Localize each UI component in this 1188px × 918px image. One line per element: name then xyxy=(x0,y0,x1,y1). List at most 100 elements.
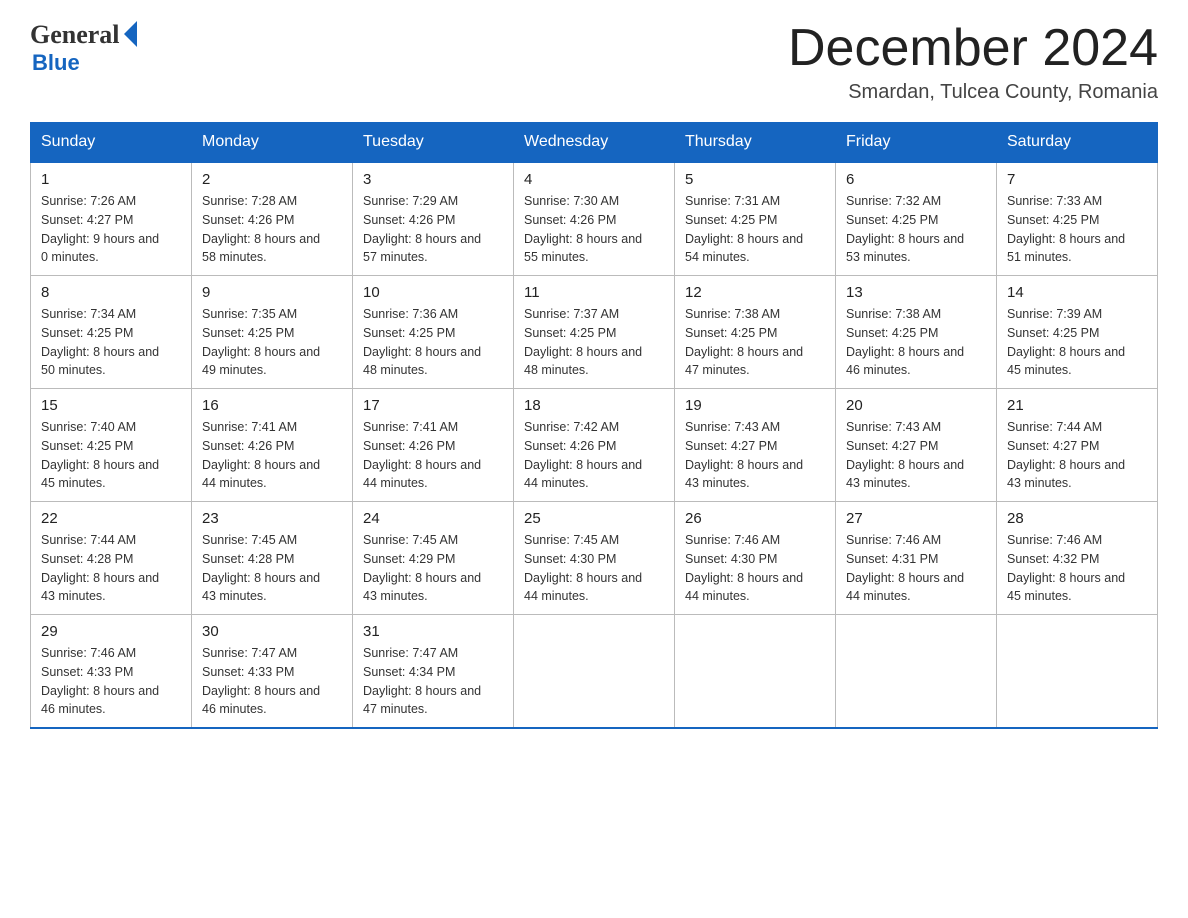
day-info: Sunrise: 7:34 AMSunset: 4:25 PMDaylight:… xyxy=(41,305,181,380)
calendar-week-row: 22 Sunrise: 7:44 AMSunset: 4:28 PMDayligh… xyxy=(31,502,1158,615)
day-number: 12 xyxy=(685,284,825,301)
calendar-header-row: Sunday Monday Tuesday Wednesday Thursday… xyxy=(31,123,1158,163)
day-info: Sunrise: 7:46 AMSunset: 4:30 PMDaylight:… xyxy=(685,531,825,606)
day-info: Sunrise: 7:41 AMSunset: 4:26 PMDaylight:… xyxy=(202,418,342,493)
table-row xyxy=(997,615,1158,729)
day-info: Sunrise: 7:26 AMSunset: 4:27 PMDaylight:… xyxy=(41,192,181,267)
day-info: Sunrise: 7:37 AMSunset: 4:25 PMDaylight:… xyxy=(524,305,664,380)
day-info: Sunrise: 7:40 AMSunset: 4:25 PMDaylight:… xyxy=(41,418,181,493)
table-row: 23Sunrise: 7:45 AMSunset: 4:28 PMDayligh… xyxy=(192,502,353,615)
calendar-week-row: 8 Sunrise: 7:34 AMSunset: 4:25 PMDaylight… xyxy=(31,276,1158,389)
table-row: 12 Sunrise: 7:38 AMSunset: 4:25 PMDayligh… xyxy=(675,276,836,389)
month-title: December 2024 xyxy=(788,20,1158,77)
day-number: 22 xyxy=(41,510,181,527)
table-row: 30 Sunrise: 7:47 AMSunset: 4:33 PMDayligh… xyxy=(192,615,353,729)
day-info: Sunrise: 7:43 AMSunset: 4:27 PMDaylight:… xyxy=(846,418,986,493)
day-number: 30 xyxy=(202,623,342,640)
table-row: 26Sunrise: 7:46 AMSunset: 4:30 PMDayligh… xyxy=(675,502,836,615)
day-info: Sunrise: 7:30 AMSunset: 4:26 PMDaylight:… xyxy=(524,192,664,267)
day-info: Sunrise: 7:39 AMSunset: 4:25 PMDaylight:… xyxy=(1007,305,1147,380)
day-info: Sunrise: 7:47 AMSunset: 4:34 PMDaylight:… xyxy=(363,644,503,719)
logo-general-text: General xyxy=(30,20,120,50)
day-info: Sunrise: 7:46 AMSunset: 4:32 PMDaylight:… xyxy=(1007,531,1147,606)
table-row: 1 Sunrise: 7:26 AMSunset: 4:27 PMDaylight… xyxy=(31,162,192,276)
table-row: 19 Sunrise: 7:43 AMSunset: 4:27 PMDayligh… xyxy=(675,389,836,502)
day-number: 20 xyxy=(846,397,986,414)
table-row xyxy=(836,615,997,729)
table-row: 17 Sunrise: 7:41 AMSunset: 4:26 PMDayligh… xyxy=(353,389,514,502)
day-info: Sunrise: 7:42 AMSunset: 4:26 PMDaylight:… xyxy=(524,418,664,493)
day-info: Sunrise: 7:31 AMSunset: 4:25 PMDaylight:… xyxy=(685,192,825,267)
day-number: 13 xyxy=(846,284,986,301)
day-info: Sunrise: 7:38 AMSunset: 4:25 PMDaylight:… xyxy=(685,305,825,380)
day-info: Sunrise: 7:43 AMSunset: 4:27 PMDaylight:… xyxy=(685,418,825,493)
day-number: 15 xyxy=(41,397,181,414)
table-row: 25 Sunrise: 7:45 AMSunset: 4:30 PMDayligh… xyxy=(514,502,675,615)
day-number: 19 xyxy=(685,397,825,414)
day-number: 16 xyxy=(202,397,342,414)
calendar-week-row: 1 Sunrise: 7:26 AMSunset: 4:27 PMDaylight… xyxy=(31,162,1158,276)
table-row: 15 Sunrise: 7:40 AMSunset: 4:25 PMDayligh… xyxy=(31,389,192,502)
day-number: 18 xyxy=(524,397,664,414)
table-row: 16 Sunrise: 7:41 AMSunset: 4:26 PMDayligh… xyxy=(192,389,353,502)
day-info: Sunrise: 7:33 AMSunset: 4:25 PMDaylight:… xyxy=(1007,192,1147,267)
day-number: 3 xyxy=(363,171,503,188)
table-row: 7 Sunrise: 7:33 AMSunset: 4:25 PMDaylight… xyxy=(997,162,1158,276)
calendar-week-row: 29 Sunrise: 7:46 AMSunset: 4:33 PMDayligh… xyxy=(31,615,1158,729)
table-row xyxy=(514,615,675,729)
calendar-week-row: 15 Sunrise: 7:40 AMSunset: 4:25 PMDayligh… xyxy=(31,389,1158,502)
day-info: Sunrise: 7:47 AMSunset: 4:33 PMDaylight:… xyxy=(202,644,342,719)
day-number: 11 xyxy=(524,284,664,301)
day-number: 17 xyxy=(363,397,503,414)
day-number: 6 xyxy=(846,171,986,188)
day-number: 1 xyxy=(41,171,181,188)
logo: General Blue xyxy=(30,20,137,76)
table-row: 5 Sunrise: 7:31 AMSunset: 4:25 PMDaylight… xyxy=(675,162,836,276)
calendar-table: Sunday Monday Tuesday Wednesday Thursday… xyxy=(30,122,1158,729)
day-number: 29 xyxy=(41,623,181,640)
day-number: 5 xyxy=(685,171,825,188)
day-number: 27 xyxy=(846,510,986,527)
header-saturday: Saturday xyxy=(997,123,1158,163)
day-number: 10 xyxy=(363,284,503,301)
header-monday: Monday xyxy=(192,123,353,163)
day-number: 2 xyxy=(202,171,342,188)
table-row: 28 Sunrise: 7:46 AMSunset: 4:32 PMDayligh… xyxy=(997,502,1158,615)
header-sunday: Sunday xyxy=(31,123,192,163)
table-row: 3 Sunrise: 7:29 AMSunset: 4:26 PMDaylight… xyxy=(353,162,514,276)
table-row: 11 Sunrise: 7:37 AMSunset: 4:25 PMDayligh… xyxy=(514,276,675,389)
day-info: Sunrise: 7:45 AMSunset: 4:30 PMDaylight:… xyxy=(524,531,664,606)
day-info: Sunrise: 7:44 AMSunset: 4:28 PMDaylight:… xyxy=(41,531,181,606)
day-number: 24 xyxy=(363,510,503,527)
day-info: Sunrise: 7:41 AMSunset: 4:26 PMDaylight:… xyxy=(363,418,503,493)
day-info: Sunrise: 7:35 AMSunset: 4:25 PMDaylight:… xyxy=(202,305,342,380)
day-number: 14 xyxy=(1007,284,1147,301)
table-row: 31Sunrise: 7:47 AMSunset: 4:34 PMDayligh… xyxy=(353,615,514,729)
day-number: 7 xyxy=(1007,171,1147,188)
table-row: 18 Sunrise: 7:42 AMSunset: 4:26 PMDayligh… xyxy=(514,389,675,502)
day-info: Sunrise: 7:38 AMSunset: 4:25 PMDaylight:… xyxy=(846,305,986,380)
day-number: 25 xyxy=(524,510,664,527)
table-row: 24 Sunrise: 7:45 AMSunset: 4:29 PMDayligh… xyxy=(353,502,514,615)
day-info: Sunrise: 7:29 AMSunset: 4:26 PMDaylight:… xyxy=(363,192,503,267)
day-info: Sunrise: 7:32 AMSunset: 4:25 PMDaylight:… xyxy=(846,192,986,267)
day-info: Sunrise: 7:46 AMSunset: 4:31 PMDaylight:… xyxy=(846,531,986,606)
header-thursday: Thursday xyxy=(675,123,836,163)
day-info: Sunrise: 7:46 AMSunset: 4:33 PMDaylight:… xyxy=(41,644,181,719)
day-info: Sunrise: 7:45 AMSunset: 4:29 PMDaylight:… xyxy=(363,531,503,606)
table-row: 27 Sunrise: 7:46 AMSunset: 4:31 PMDayligh… xyxy=(836,502,997,615)
day-number: 4 xyxy=(524,171,664,188)
table-row: 22 Sunrise: 7:44 AMSunset: 4:28 PMDayligh… xyxy=(31,502,192,615)
day-number: 23 xyxy=(202,510,342,527)
day-number: 8 xyxy=(41,284,181,301)
location: Smardan, Tulcea County, Romania xyxy=(788,81,1158,104)
table-row: 2Sunrise: 7:28 AMSunset: 4:26 PMDaylight… xyxy=(192,162,353,276)
table-row: 10Sunrise: 7:36 AMSunset: 4:25 PMDayligh… xyxy=(353,276,514,389)
table-row xyxy=(675,615,836,729)
day-number: 28 xyxy=(1007,510,1147,527)
table-row: 9Sunrise: 7:35 AMSunset: 4:25 PMDaylight… xyxy=(192,276,353,389)
day-number: 21 xyxy=(1007,397,1147,414)
table-row: 29 Sunrise: 7:46 AMSunset: 4:33 PMDayligh… xyxy=(31,615,192,729)
title-block: December 2024 Smardan, Tulcea County, Ro… xyxy=(788,20,1158,104)
header-friday: Friday xyxy=(836,123,997,163)
